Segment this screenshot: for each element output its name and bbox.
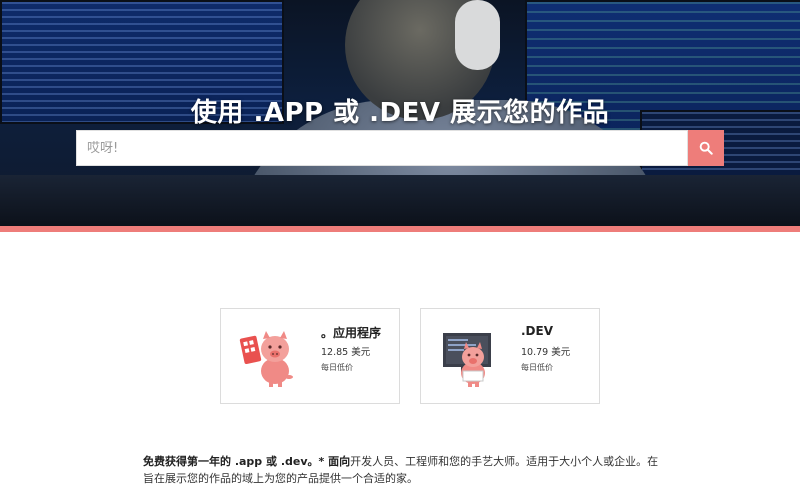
hero-accent-bar	[0, 226, 800, 232]
product-price: 12.85 美元	[321, 347, 371, 358]
pig-mascot-app-icon	[239, 331, 293, 387]
promo-description-lead: 免费获得第一年的 .app 或 .dev。* 面向	[143, 455, 351, 468]
product-price-note: 每日低价	[321, 363, 353, 372]
hero-banner: 使用 .APP 或 .DEV 展示您的作品	[0, 0, 800, 226]
hero-title: 使用 .APP 或 .DEV 展示您的作品	[190, 98, 610, 128]
background-desk	[0, 175, 800, 226]
product-name: .DEV	[521, 324, 554, 338]
pig-mascot-dev-icon	[443, 333, 491, 387]
product-card-app[interactable]: 。应用程序 12.85 美元 每日低价	[220, 308, 400, 404]
product-name: 。应用程序	[321, 326, 382, 340]
domain-search-box	[76, 130, 688, 166]
search-button[interactable]	[688, 130, 724, 166]
product-price: 10.79 美元	[521, 347, 571, 358]
promo-description: 免费获得第一年的 .app 或 .dev。* 面向开发人员、工程师和您的手艺大师…	[143, 453, 663, 487]
search-icon	[699, 141, 713, 155]
domain-search-input[interactable]	[77, 131, 687, 165]
background-headphones	[455, 0, 500, 70]
product-card-dev[interactable]: .DEV 10.79 美元 每日低价	[420, 308, 600, 404]
product-price-note: 每日低价	[521, 363, 553, 372]
